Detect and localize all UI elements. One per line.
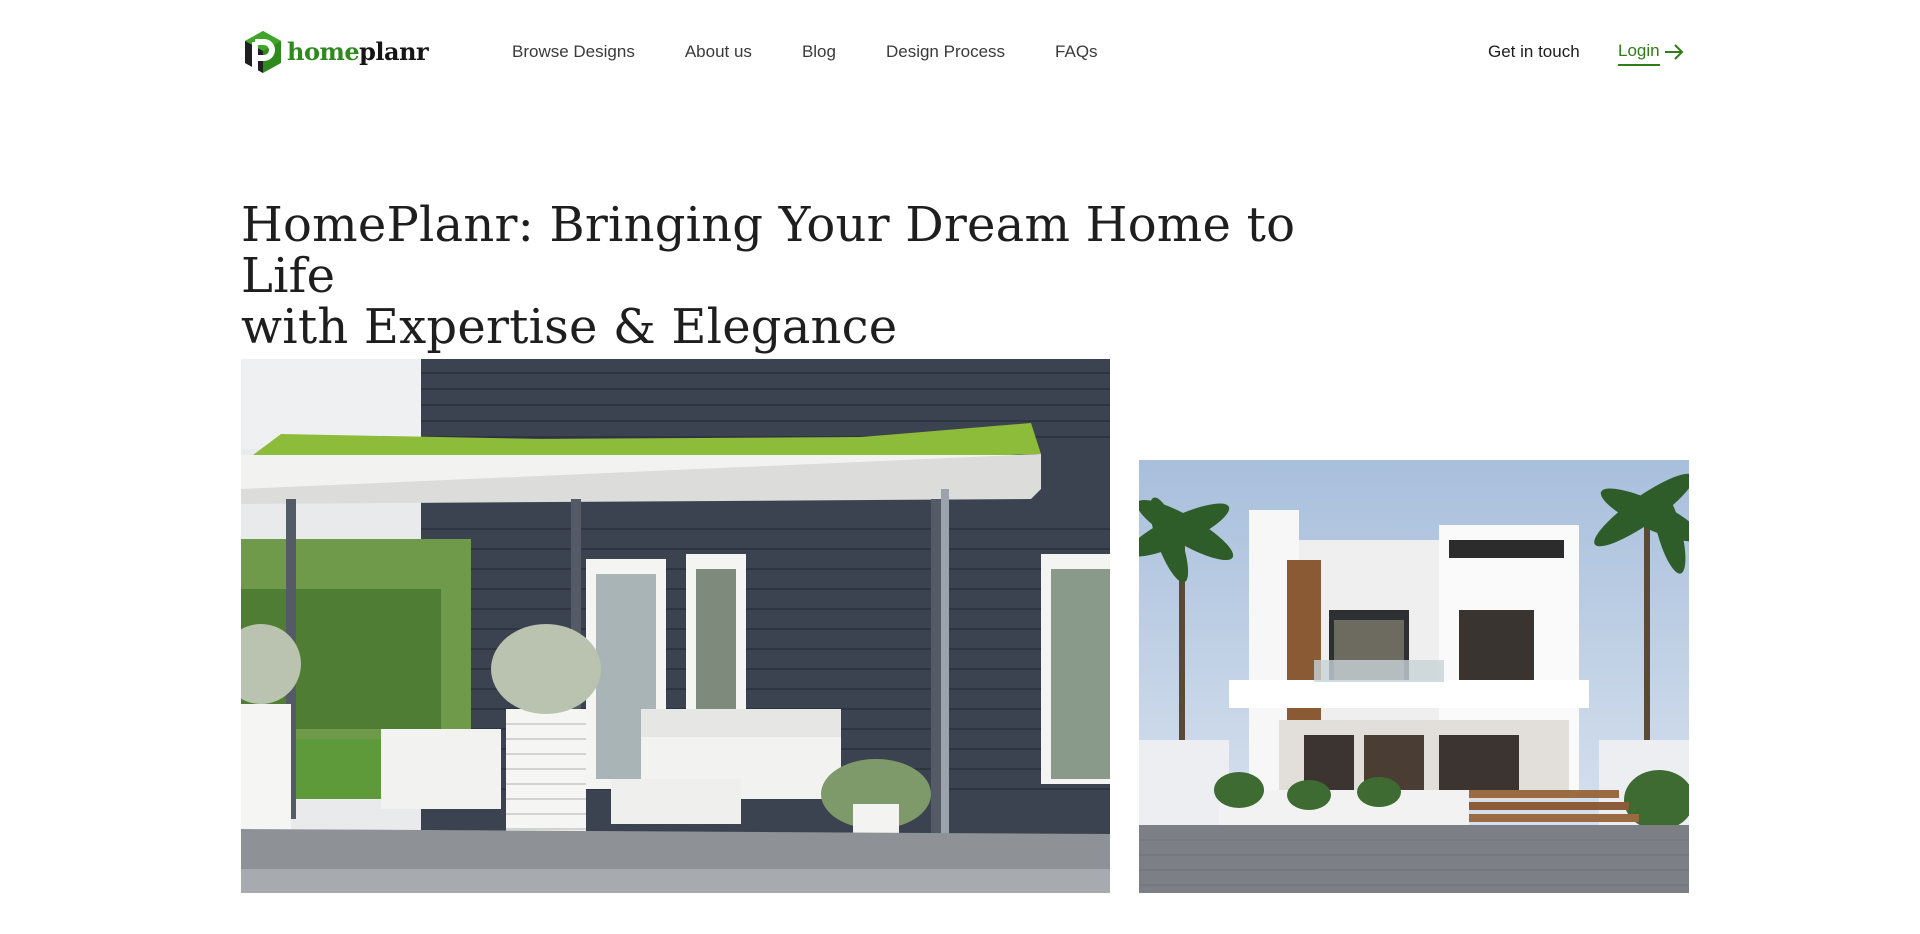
logo-wordmark: homeplanr — [287, 37, 429, 66]
page: homeplanr Browse Designs About us Blog D… — [0, 0, 1920, 934]
login-label: Login — [1618, 38, 1660, 66]
house-porch-illustration — [241, 359, 1110, 893]
house-porch-photo[interactable] — [241, 359, 1110, 893]
nav-faqs[interactable]: FAQs — [1055, 38, 1098, 66]
nav-about-us[interactable]: About us — [685, 38, 752, 66]
login-button[interactable]: Login — [1618, 38, 1685, 66]
modern-villa-illustration — [1139, 460, 1689, 893]
page-title-line2: with Expertise & Elegance — [241, 299, 898, 355]
nav-blog[interactable]: Blog — [802, 38, 836, 66]
logo-wordmark-part1: home — [287, 37, 360, 66]
main-nav: Browse Designs About us Blog Design Proc… — [512, 38, 1098, 66]
modern-villa-photo[interactable] — [1139, 460, 1689, 893]
logo-wordmark-part2: planr — [359, 37, 429, 66]
page-title-line1: HomePlanr: Bringing Your Dream Home to L… — [241, 197, 1296, 304]
homeplanr-logo[interactable]: homeplanr — [243, 30, 429, 74]
nav-design-process[interactable]: Design Process — [886, 38, 1005, 66]
site-header: homeplanr Browse Designs About us Blog D… — [0, 0, 1920, 104]
get-in-touch-link[interactable]: Get in touch — [1488, 38, 1580, 66]
page-title: HomePlanr: Bringing Your Dream Home to L… — [241, 200, 1301, 353]
logo-mark-icon — [245, 31, 281, 73]
nav-browse-designs[interactable]: Browse Designs — [512, 38, 635, 66]
arrow-right-icon — [1664, 44, 1684, 60]
